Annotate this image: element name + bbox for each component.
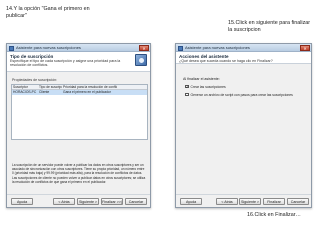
app-icon <box>178 45 183 51</box>
create-subscriptions-checkbox[interactable] <box>185 84 189 88</box>
wizard-header: Tipo de suscripción Especifique el tipo … <box>7 52 150 72</box>
window-titlebar: Asistente para nuevas suscripciones ✕ <box>176 44 311 52</box>
cancel-button[interactable]: Cancelar <box>287 198 309 205</box>
cancel-button[interactable]: Cancelar <box>125 198 147 205</box>
window-title: Asistente para nuevas suscripciones <box>16 45 81 50</box>
page-subtitle: Especifique el tipo de cada suscripción … <box>10 59 121 68</box>
generate-script-checkbox[interactable] <box>185 92 189 97</box>
wizard-icon <box>135 54 147 66</box>
caption-step-16: 16.Click en Finalizar… <box>247 212 301 218</box>
back-button[interactable]: < Atrás <box>53 198 75 205</box>
finish-button[interactable]: Finalizar <box>263 198 285 205</box>
window-title: Asistente para nuevas suscripciones <box>185 45 250 50</box>
generate-script-option[interactable]: Generar un archivo de script con pasos p… <box>185 92 293 97</box>
help-button[interactable]: Ayuda <box>180 198 202 205</box>
column-header[interactable]: Prioridad para la resolución de conflict… <box>62 85 117 89</box>
wizard-actions-window: Asistente para nuevas suscripciones ✕ Ac… <box>175 43 312 208</box>
subscription-type-select[interactable]: Cliente <box>38 90 62 95</box>
finish-button[interactable]: Finalizar >>| <box>101 198 123 205</box>
subscription-type-wizard-window: Asistente para nuevas suscripciones ✕ Ti… <box>6 43 151 208</box>
help-button[interactable]: Ayuda <box>11 198 33 205</box>
next-button[interactable]: Siguiente > <box>77 198 99 205</box>
table-row[interactable]: HORACIOS-PC Cliente Gana el primero en e… <box>12 90 147 95</box>
conflict-priority-select[interactable]: Gana el primero en el publicador <box>62 90 117 95</box>
next-button[interactable]: Siguiente > <box>239 198 261 205</box>
column-header[interactable]: Suscriptor <box>12 85 38 89</box>
close-icon[interactable]: ✕ <box>300 45 310 51</box>
app-icon <box>9 45 14 51</box>
button-bar: Ayuda < Atrás Siguiente > Finalizar Canc… <box>176 194 311 207</box>
subscription-properties-grid: Suscriptor Tipo de suscripción Prioridad… <box>11 84 148 140</box>
close-icon[interactable]: ✕ <box>139 45 149 51</box>
create-subscriptions-option[interactable]: Crear las suscripciones <box>185 84 226 89</box>
column-header[interactable]: Tipo de suscripción <box>38 85 62 89</box>
finish-options-label: Al finalizar el asistente: <box>183 77 220 81</box>
checkbox-label: Generar un archivo de script con pasos p… <box>190 92 293 97</box>
button-bar: Ayuda < Atrás Siguiente > Finalizar >>| … <box>7 194 150 207</box>
description-text: La suscripción de un servidor puede volv… <box>12 163 146 184</box>
section-label: Propiedades de suscripción: <box>12 78 58 82</box>
caption-step-14: 14.Y la opción "Gana el primero en publi… <box>6 6 90 19</box>
back-button[interactable]: < Atrás <box>216 198 238 205</box>
page-subtitle: ¿Qué desea que suceda cuando se haga cli… <box>179 59 273 63</box>
window-titlebar: Asistente para nuevas suscripciones ✕ <box>7 44 150 52</box>
caption-step-15: 15.Click en siguiente para finalizar la … <box>228 20 311 33</box>
checkbox-label: Crear las suscripciones <box>190 84 226 89</box>
wizard-header: Acciones del asistente ¿Qué desea que su… <box>176 52 311 64</box>
subscriber-cell: HORACIOS-PC <box>13 90 37 94</box>
